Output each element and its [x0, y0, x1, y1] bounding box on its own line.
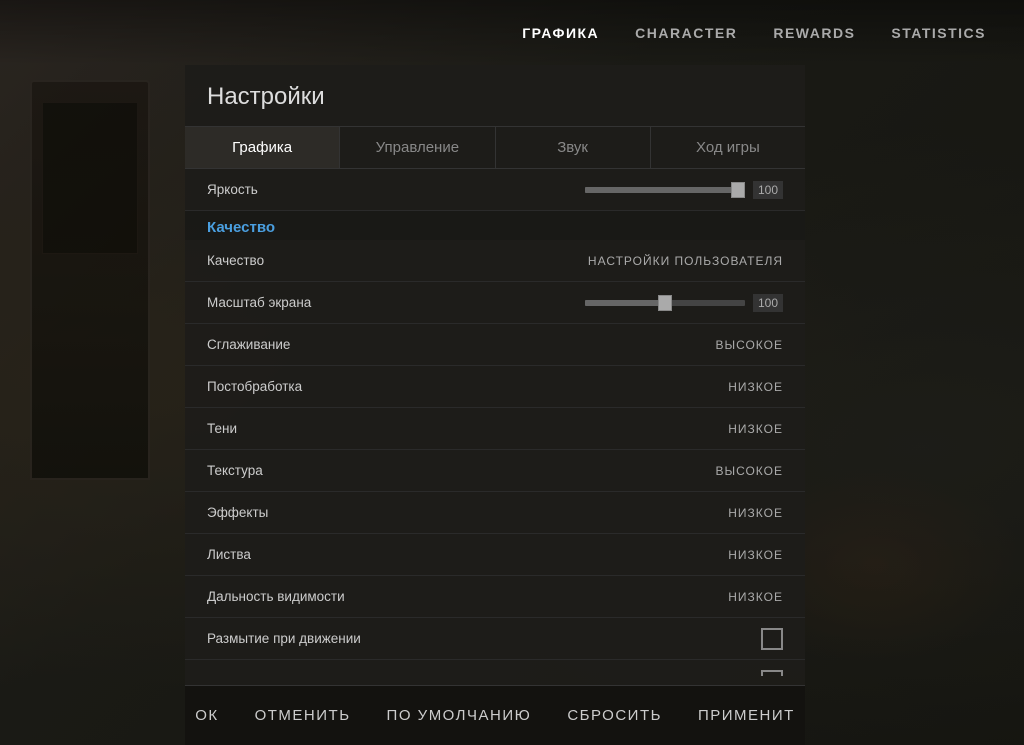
- row-view-distance: Дальность видимости НИЗКОЕ: [185, 576, 805, 618]
- label-antialiasing: Сглаживание: [207, 337, 715, 352]
- bottom-action-bar: ОК ОТМЕНИТЬ ПО УМОЛЧАНИЮ СБРОСИТЬ ПРИМЕН…: [185, 685, 805, 745]
- slider-screen-scale[interactable]: 100: [585, 294, 783, 312]
- label-foliage: Листва: [207, 547, 728, 562]
- label-shadows: Тени: [207, 421, 728, 436]
- nav-home[interactable]: Графика: [504, 17, 617, 49]
- row-foliage: Листва НИЗКОЕ: [185, 534, 805, 576]
- brightness-value: 100: [753, 181, 783, 199]
- label-texture: Текстура: [207, 463, 715, 478]
- top-navigation: Графика CHARACTER REWARDS STATISTICS: [0, 0, 1024, 65]
- screen-scale-track[interactable]: [585, 300, 745, 306]
- row-screen-scale: Масштаб экрана 100: [185, 282, 805, 324]
- value-quality[interactable]: НАСТРОЙКИ ПОЛЬЗОВАТЕЛЯ: [588, 254, 783, 268]
- checkbox-vsync[interactable]: [761, 670, 783, 676]
- btn-cancel[interactable]: ОТМЕНИТЬ: [247, 702, 359, 729]
- row-motion-blur: Размытие при движении: [185, 618, 805, 660]
- row-texture: Текстура ВЫСОКОЕ: [185, 450, 805, 492]
- nav-character[interactable]: CHARACTER: [617, 17, 755, 49]
- value-antialiasing[interactable]: ВЫСОКОЕ: [715, 338, 783, 352]
- value-effects[interactable]: НИЗКОЕ: [728, 506, 783, 520]
- label-view-distance: Дальность видимости: [207, 589, 728, 604]
- settings-title: Настройки: [185, 65, 805, 127]
- label-brightness: Яркость: [207, 182, 585, 197]
- nav-statistics[interactable]: STATISTICS: [873, 17, 1004, 49]
- section-quality: Качество: [185, 211, 805, 240]
- row-vsync: Вертикальная синхронизация: [185, 660, 805, 676]
- value-view-distance[interactable]: НИЗКОЕ: [728, 590, 783, 604]
- label-motion-blur: Размытие при движении: [207, 631, 761, 646]
- screen-scale-value: 100: [753, 294, 783, 312]
- settings-tabs: Графика Управление Звук Ход игры: [185, 127, 805, 169]
- btn-reset[interactable]: СБРОСИТЬ: [559, 702, 670, 729]
- settings-panel: Настройки Графика Управление Звук Ход иг…: [185, 65, 805, 685]
- brightness-thumb[interactable]: [731, 182, 745, 198]
- btn-ok[interactable]: ОК: [187, 702, 226, 729]
- btn-apply[interactable]: ПРИМЕНИТ: [690, 702, 803, 729]
- brightness-track[interactable]: [585, 187, 745, 193]
- row-effects: Эффекты НИЗКОЕ: [185, 492, 805, 534]
- value-foliage[interactable]: НИЗКОЕ: [728, 548, 783, 562]
- tab-sound[interactable]: Звук: [496, 127, 651, 168]
- bg-door: [30, 80, 150, 480]
- value-postprocessing[interactable]: НИЗКОЕ: [728, 380, 783, 394]
- slider-brightness[interactable]: 100: [585, 181, 783, 199]
- value-shadows[interactable]: НИЗКОЕ: [728, 422, 783, 436]
- label-quality: Качество: [207, 253, 588, 268]
- row-quality: Качество НАСТРОЙКИ ПОЛЬЗОВАТЕЛЯ: [185, 240, 805, 282]
- row-postprocessing: Постобработка НИЗКОЕ: [185, 366, 805, 408]
- row-brightness: Яркость 100: [185, 169, 805, 211]
- label-vsync: Вертикальная синхронизация: [207, 674, 761, 677]
- row-antialiasing: Сглаживание ВЫСОКОЕ: [185, 324, 805, 366]
- checkbox-motion-blur[interactable]: [761, 628, 783, 650]
- brightness-fill: [585, 187, 745, 193]
- value-texture[interactable]: ВЫСОКОЕ: [715, 464, 783, 478]
- tab-gameplay[interactable]: Ход игры: [651, 127, 805, 168]
- row-shadows: Тени НИЗКОЕ: [185, 408, 805, 450]
- tab-graphics[interactable]: Графика: [185, 127, 340, 168]
- screen-scale-fill: [585, 300, 665, 306]
- settings-content[interactable]: Яркость 100 Качество Качество НАСТРОЙКИ …: [185, 169, 805, 676]
- tab-controls[interactable]: Управление: [340, 127, 495, 168]
- label-effects: Эффекты: [207, 505, 728, 520]
- label-postprocessing: Постобработка: [207, 379, 728, 394]
- nav-rewards[interactable]: REWARDS: [755, 17, 873, 49]
- btn-default[interactable]: ПО УМОЛЧАНИЮ: [379, 702, 540, 729]
- label-screen-scale: Масштаб экрана: [207, 295, 585, 310]
- screen-scale-thumb[interactable]: [658, 295, 672, 311]
